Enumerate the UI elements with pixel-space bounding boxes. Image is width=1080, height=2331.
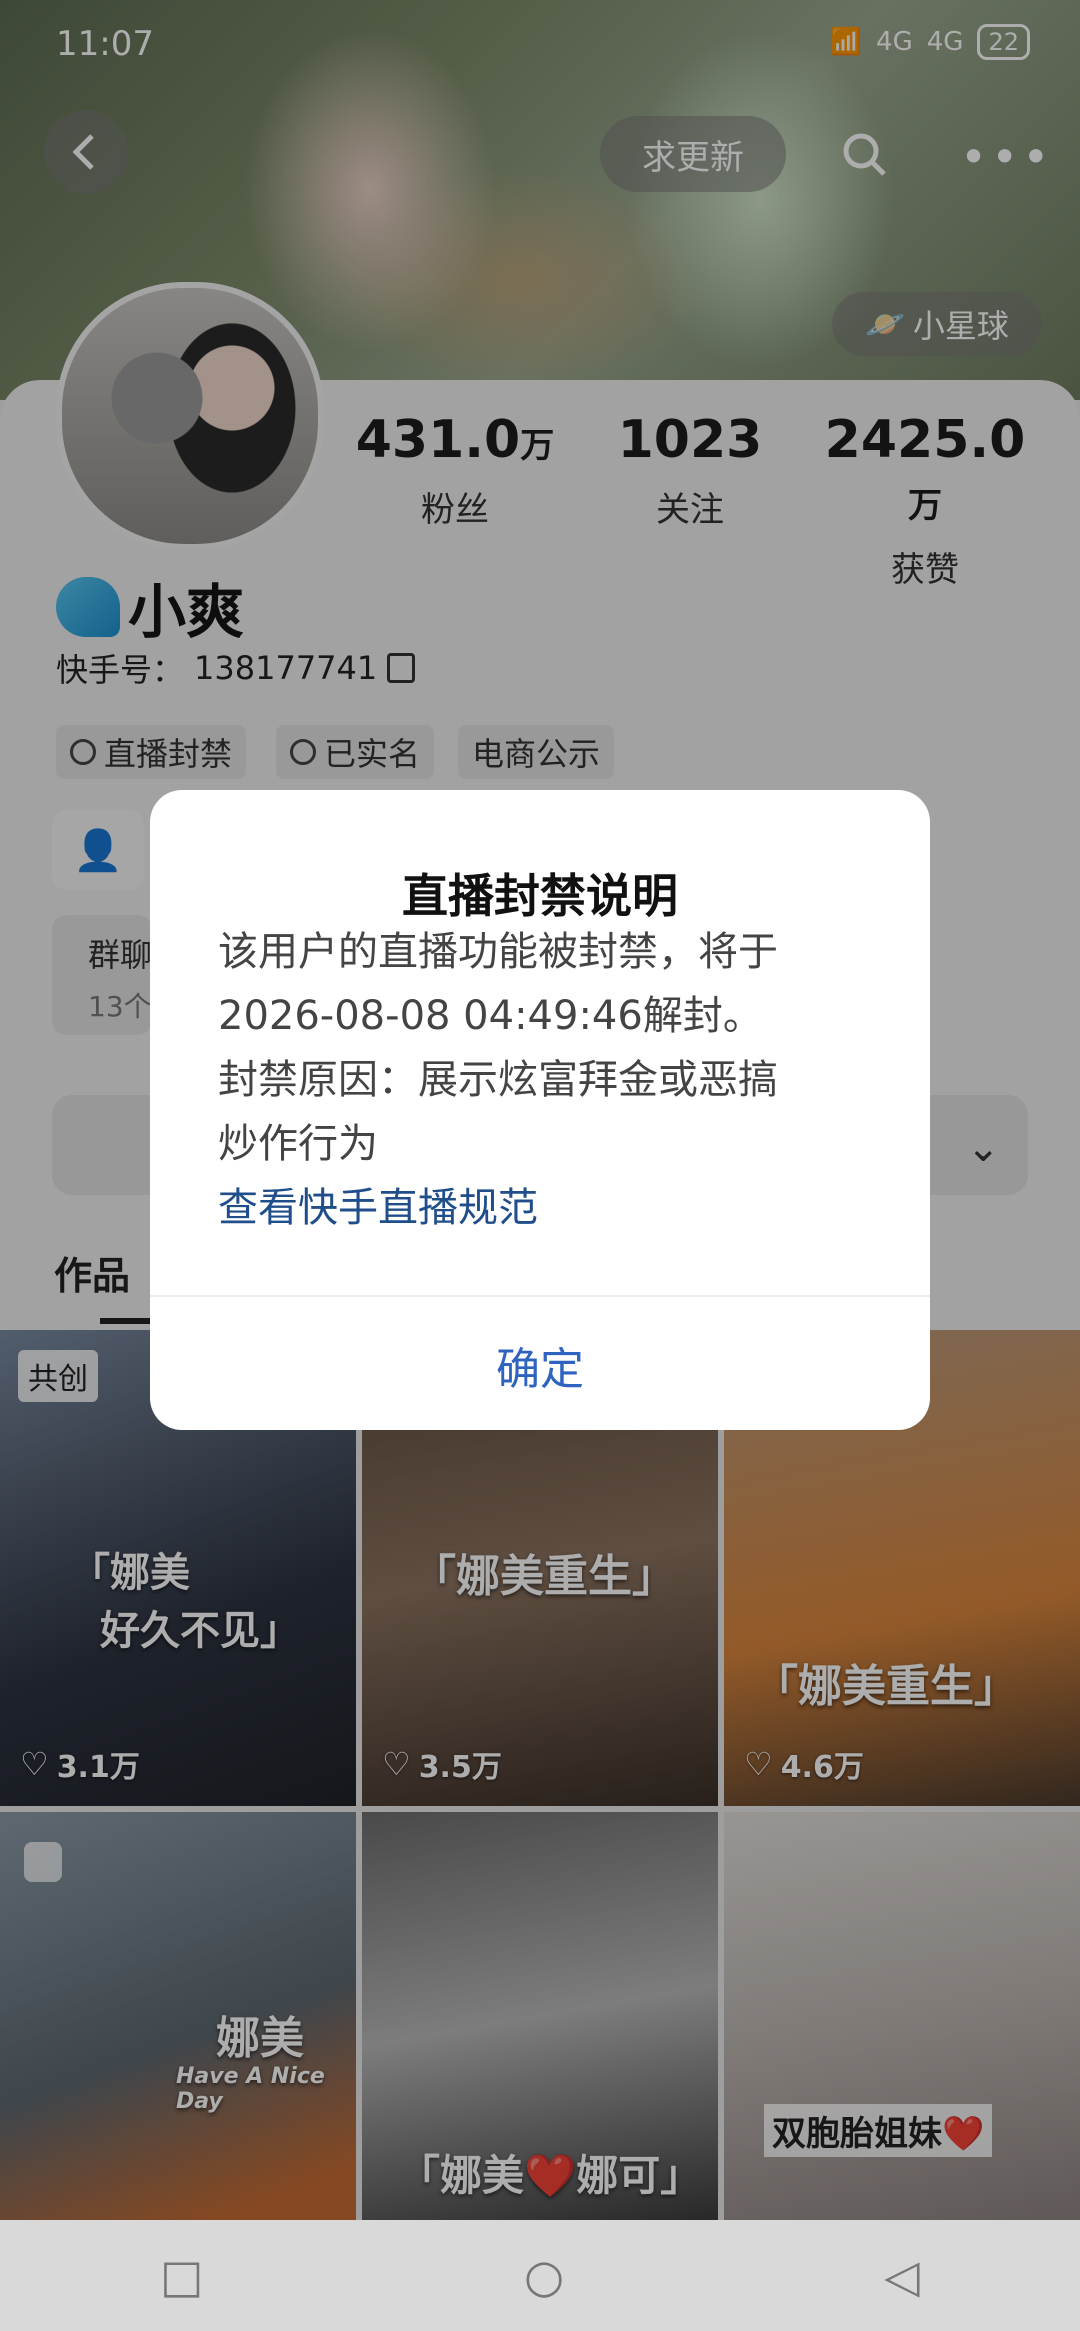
dialog-divider — [150, 1295, 930, 1297]
ban-info-dialog: 直播封禁说明 该用户的直播功能被封禁，将于 2026-08-08 04:49:4… — [150, 790, 930, 1430]
dialog-line-1: 该用户的直播功能被封禁，将于 — [218, 929, 778, 975]
home-button[interactable]: ○ — [524, 2249, 564, 2303]
dialog-title: 直播封禁说明 — [402, 869, 678, 923]
live-rules-link[interactable]: 查看快手直播规范 — [218, 1176, 878, 1240]
system-nav-bar: □ ○ ◁ — [0, 2220, 1080, 2331]
dialog-body: 该用户的直播功能被封禁，将于 2026-08-08 04:49:46解封。 封禁… — [218, 920, 878, 1240]
confirm-button[interactable]: 确定 — [150, 1300, 930, 1430]
dialog-line-2: 2026-08-08 04:49:46解封。 — [218, 993, 763, 1039]
dialog-line-4: 炒作行为 — [218, 1121, 378, 1167]
system-back-button[interactable]: ◁ — [884, 2249, 919, 2303]
recent-apps-button[interactable]: □ — [160, 2249, 203, 2303]
dialog-line-3: 封禁原因：展示炫富拜金或恶搞 — [218, 1057, 778, 1103]
